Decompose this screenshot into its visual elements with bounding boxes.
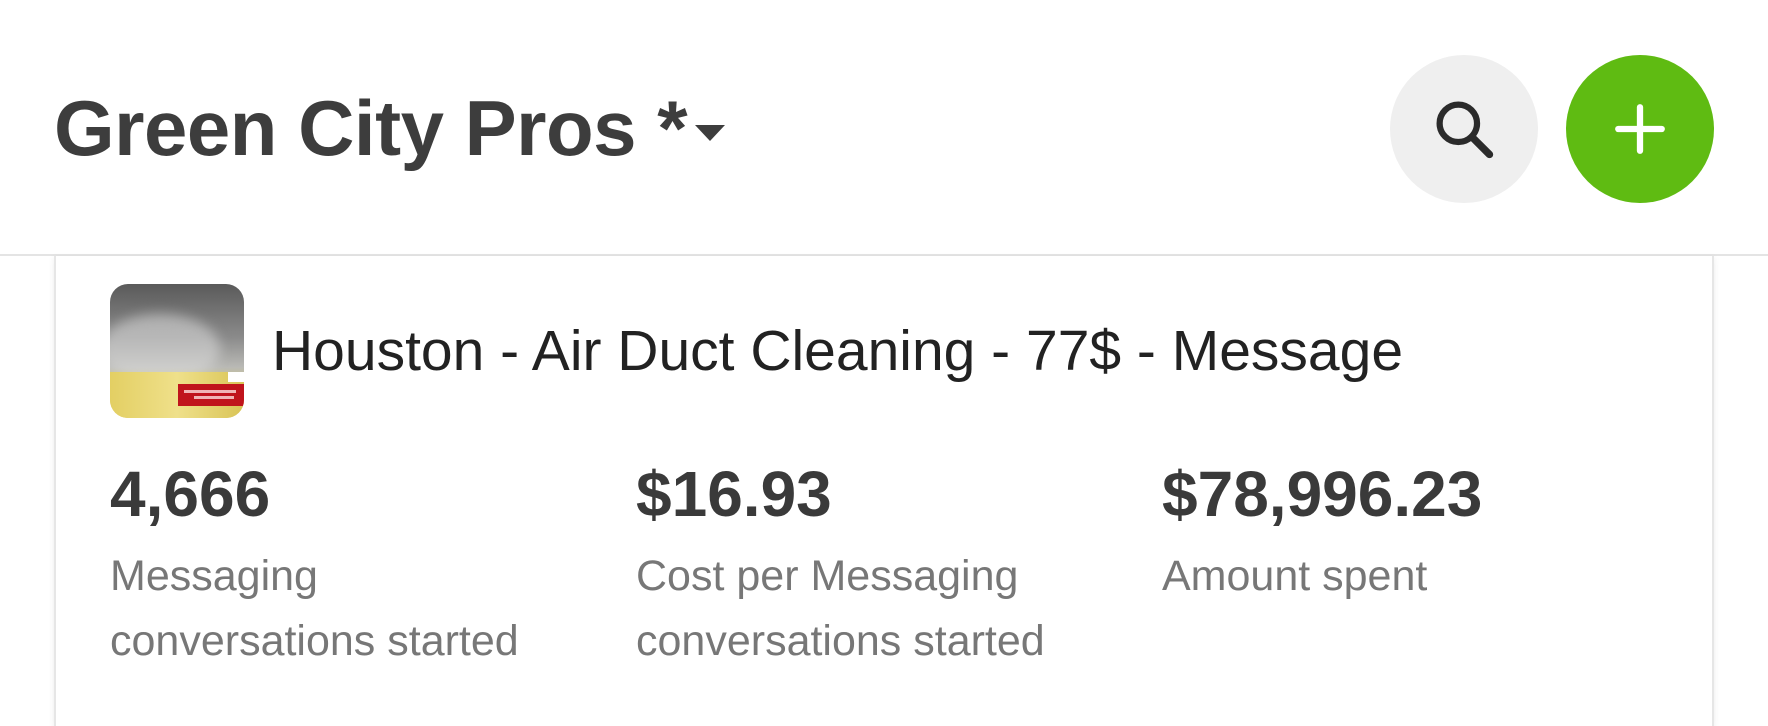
ad-thumbnail-image (110, 284, 244, 418)
metric-label-line: conversations started (110, 617, 519, 665)
metric-label-line: conversations started (636, 617, 1045, 665)
metric-label: Amount spent (1162, 544, 1482, 609)
search-button[interactable] (1390, 55, 1538, 203)
metric-cost-per-messaging: $16.93 Cost per Messaging conversations … (636, 456, 1045, 674)
ad-header[interactable]: Houston - Air Duct Cleaning - 77$ - Mess… (110, 284, 1403, 418)
ad-card[interactable]: Houston - Air Duct Cleaning - 77$ - Mess… (54, 256, 1714, 726)
top-app-bar: Green City Pros * (0, 0, 1768, 256)
metric-label-line: Messaging (110, 552, 318, 600)
ad-name: Houston - Air Duct Cleaning - 77$ - Mess… (272, 319, 1404, 383)
account-selector[interactable]: Green City Pros * (54, 78, 726, 178)
plus-icon (1615, 104, 1665, 154)
caret-down-icon (695, 125, 726, 141)
metric-value: 4,666 (110, 458, 271, 530)
metric-amount-spent: $78,996.23 Amount spent (1162, 456, 1482, 609)
add-button[interactable] (1566, 55, 1714, 203)
search-icon (1436, 101, 1494, 159)
metric-value: $16.93 (636, 458, 832, 530)
metric-messaging-conversations: 4,666 Messaging conversations started (110, 456, 519, 674)
account-name: Green City Pros * (54, 84, 688, 172)
metric-label: Messaging conversations started (110, 544, 519, 674)
metric-label-line: Amount spent (1162, 552, 1428, 600)
metric-value: $78,996.23 (1162, 458, 1483, 530)
metric-label: Cost per Messaging conversations started (636, 544, 1045, 674)
metric-label-line: Cost per Messaging (636, 552, 1019, 600)
